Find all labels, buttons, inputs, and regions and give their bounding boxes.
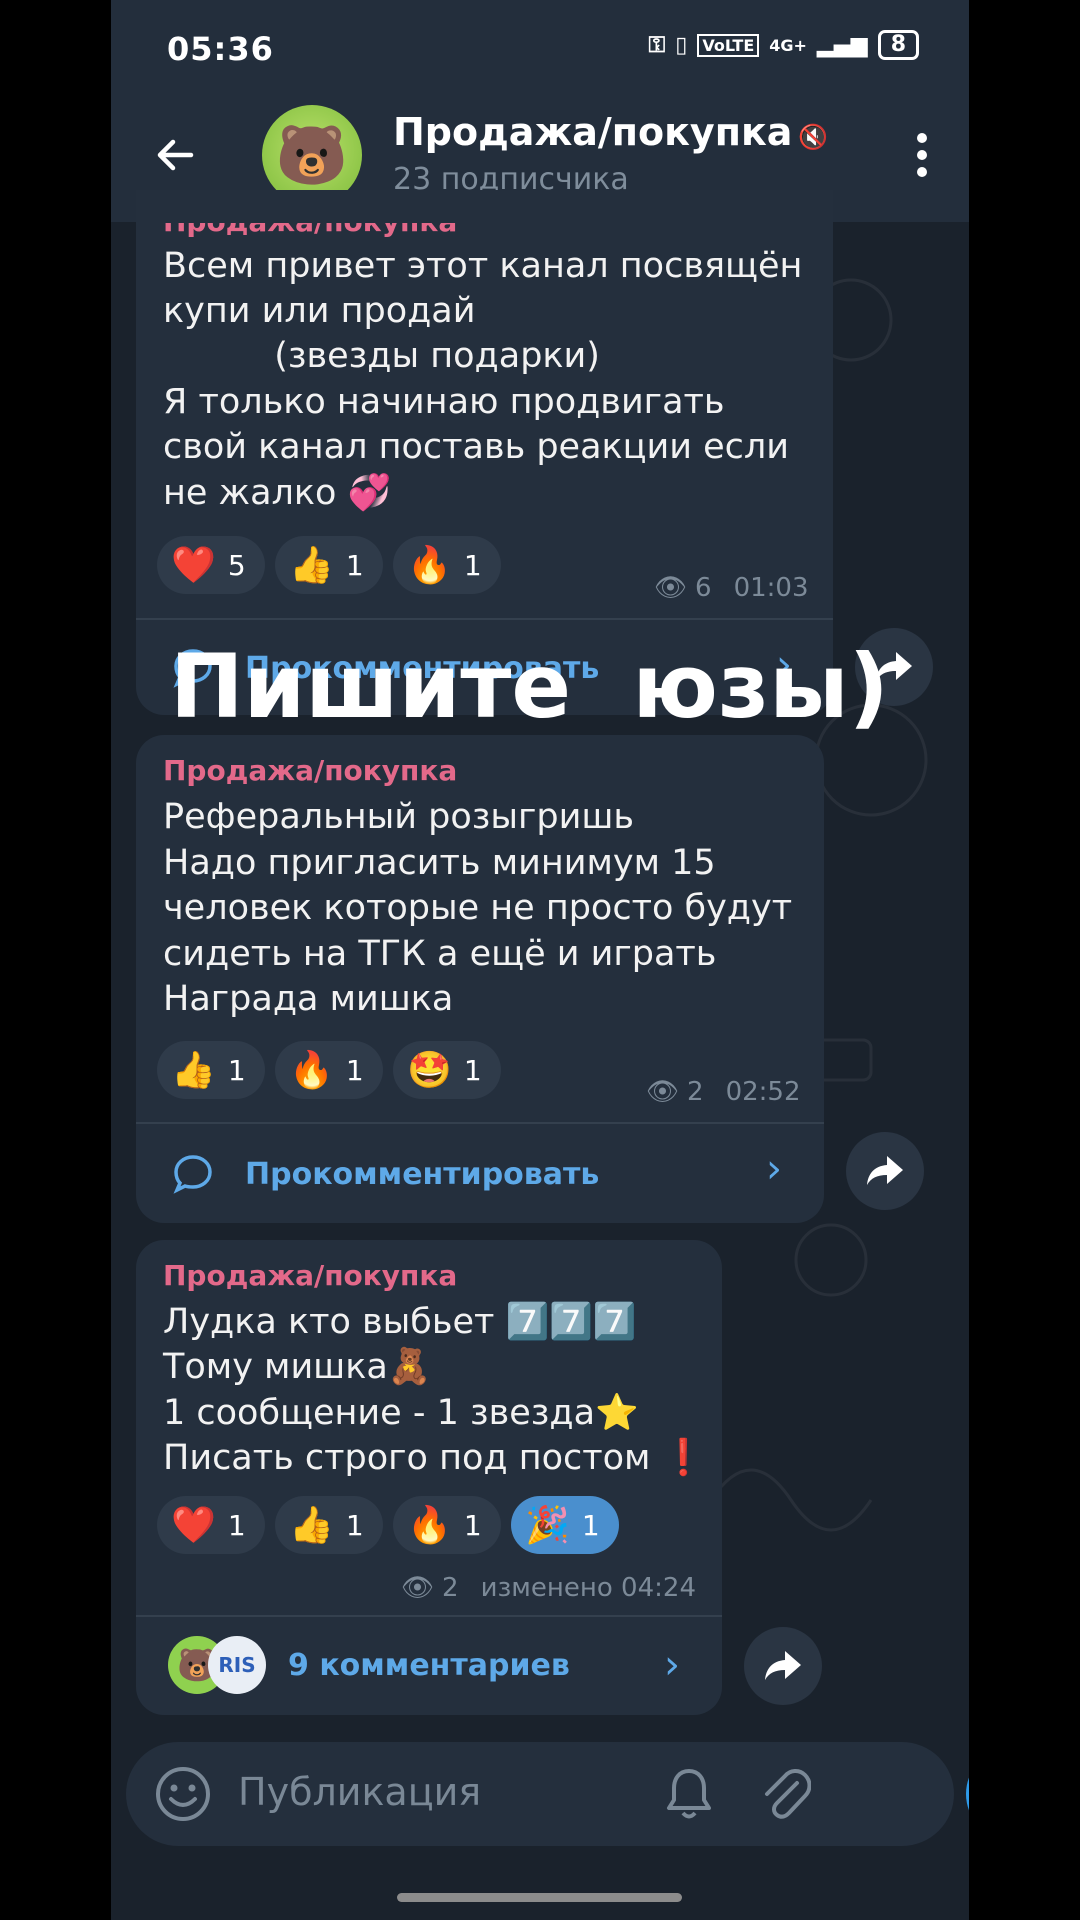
home-indicator [397,1893,682,1902]
fire-icon: 🔥 [407,1505,452,1546]
reaction-thumbs-up[interactable]: 👍 1 [275,1496,383,1554]
view-count: 2 [442,1573,459,1603]
thumbs-up-icon: 👍 [289,1505,334,1546]
reaction-thumbs-up[interactable]: 👍 1 [275,536,383,594]
signal-icon: ▂▄▆ [816,32,868,58]
message-input[interactable]: Публикация [238,1770,481,1814]
post-text-line: Всем привет этот канал посвящён [163,246,803,286]
reaction-fire[interactable]: 🔥 1 [393,1496,501,1554]
volte-label: VoLTE [697,33,760,57]
network-label: 4G+ [769,35,807,55]
key-icon: ⚿ [648,32,666,58]
more-menu-icon[interactable] [915,130,929,180]
vibrate-icon: ▯ [675,32,688,58]
fire-icon: 🔥 [407,545,452,586]
thumbs-up-icon: 👍 [289,545,334,586]
reaction-count: 1 [345,1508,364,1542]
post-meta: 👁 2 изменено 04:24 [401,1573,696,1603]
divider [136,1615,722,1617]
attach-icon[interactable] [759,1765,811,1823]
party-popper-icon: 🎉 [525,1505,570,1546]
view-count: 2 [687,1077,704,1107]
commenter-avatar: RIS [208,1636,266,1694]
reaction-star-struck[interactable]: 🤩 1 [393,1041,501,1099]
reaction-count: 1 [227,1053,246,1087]
comment-label: 9 комментариев [288,1647,570,1683]
post-meta: 👁 6 01:03 [654,573,809,603]
post-meta: 👁 2 02:52 [646,1077,801,1107]
channel-title[interactable]: Продажа/покупка 🔇 [393,110,828,154]
eye-icon: 👁 [654,573,688,603]
star-struck-icon: 🤩 [407,1050,452,1091]
chevron-right-icon: › [766,1146,782,1192]
reactions-row: ❤️ 5 👍 1 🔥 1 [157,536,501,594]
heart-icon: ❤️ [171,545,216,586]
reaction-party-selected[interactable]: 🎉 1 [511,1496,619,1554]
divider [136,618,833,620]
comment-button[interactable]: Прокомментировать [171,1152,599,1196]
reaction-count: 5 [227,548,246,582]
emoji-icon[interactable] [154,1765,212,1823]
eye-icon: 👁 [646,1077,680,1107]
telegram-screen: 05:36 ⚿ ▯ VoLTE 4G+ ▂▄▆ 8 🐻 Продажа/поку… [111,0,969,1920]
post-time: изменено 04:24 [480,1573,696,1603]
post-text-line: Награда мишка [163,979,454,1019]
reaction-thumbs-up[interactable]: 👍 1 [157,1041,265,1099]
post-text-line: Лудка кто выбьет 7️⃣7️⃣7️⃣ [163,1302,637,1342]
comment-icon [173,1155,212,1194]
post-text-line: сидеть на ТГК а ещё и играть [163,934,717,974]
battery-indicator: 8 [877,30,919,60]
post-text-line: (звезды подарки) [163,336,600,376]
heart-icon: ❤️ [171,1505,216,1546]
reaction-count: 1 [345,1053,364,1087]
view-count: 6 [695,573,712,603]
post-text-line: купи или продай [163,291,476,331]
status-icons: ⚿ ▯ VoLTE 4G+ ▂▄▆ 8 [648,30,919,60]
post-time: 01:03 [733,573,809,603]
reaction-fire[interactable]: 🔥 1 [393,536,501,594]
post-text-line: Я только начинаю продвигать [163,382,725,422]
clock: 05:36 [167,30,274,68]
post-sender: Продажа/покупка [163,1259,458,1292]
comments-button[interactable]: 🐻 RIS 9 комментариев [168,1636,570,1694]
post-text-line: Писать строго под постом ❗ [163,1438,706,1478]
eye-icon: 👁 [401,1573,435,1603]
post-text-line: Надо пригласить минимум 15 [163,843,716,883]
post-text-line: не жалко 💞 [163,473,392,513]
share-button[interactable] [744,1627,822,1705]
chevron-right-icon: › [664,1642,680,1688]
reaction-fire[interactable]: 🔥 1 [275,1041,383,1099]
post-text-line: Реферальный розыгришь [163,797,635,837]
reaction-count: 1 [463,548,482,582]
reaction-heart[interactable]: ❤️ 5 [157,536,265,594]
message-input-bar: Публикация [126,1742,954,1846]
muted-icon: 🔇 [798,123,829,151]
share-button[interactable] [846,1132,924,1210]
reaction-count: 1 [463,1508,482,1542]
post-text-line: свой канал поставь реакции если [163,427,790,467]
post-time: 02:52 [725,1077,801,1107]
video-caption-overlay: Пишите юзы) [170,635,889,738]
share-arrow-icon [867,1156,903,1185]
reaction-count: 1 [227,1508,246,1542]
thumbs-up-icon: 👍 [171,1050,216,1091]
reactions-row: ❤️ 1 👍 1 🔥 1 🎉 1 [157,1496,619,1554]
reaction-count: 1 [345,548,364,582]
post-text-line: 1 сообщение - 1 звезда⭐ [163,1393,639,1433]
reaction-heart[interactable]: ❤️ 1 [157,1496,265,1554]
divider [136,1122,824,1124]
reaction-count: 1 [581,1508,600,1542]
comment-label: Прокомментировать [245,1156,600,1192]
status-bar: 05:36 ⚿ ▯ VoLTE 4G+ ▂▄▆ 8 [111,0,969,100]
share-arrow-icon [765,1651,801,1680]
post-sender: Продажа/покупка [163,754,458,787]
post-text-line: Тому мишка🧸 [163,1347,432,1387]
fire-icon: 🔥 [289,1050,334,1091]
back-arrow-icon[interactable] [151,130,201,180]
reaction-count: 1 [463,1053,482,1087]
bell-icon[interactable] [664,1766,714,1822]
post-text-line: человек которые не просто будут [163,888,793,928]
channel-title-text: Продажа/покупка [393,110,793,154]
reactions-row: 👍 1 🔥 1 🤩 1 [157,1041,501,1099]
